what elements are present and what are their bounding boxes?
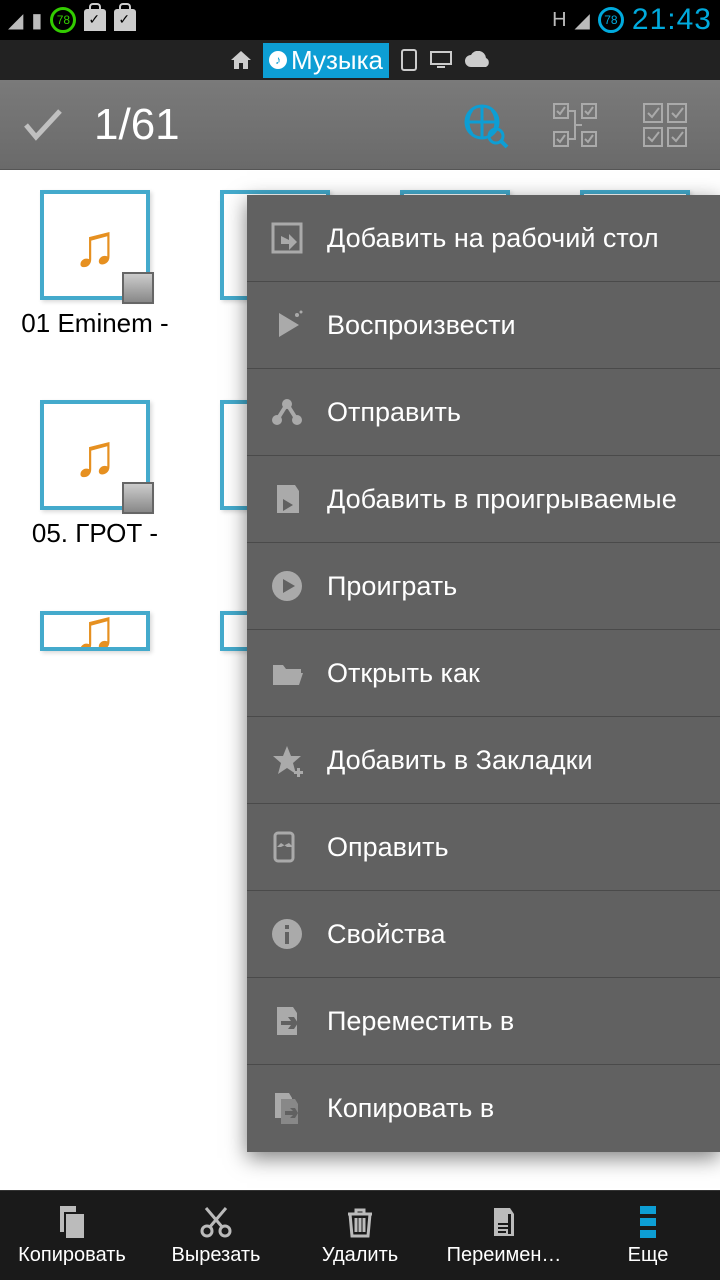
copy-button[interactable]: Копировать — [0, 1204, 144, 1267]
music-note-icon: ♪ — [269, 51, 287, 69]
device-icon[interactable] — [399, 48, 419, 72]
file-checkbox[interactable] — [122, 272, 154, 304]
system-icon: ◢ — [8, 8, 23, 33]
file-checkbox[interactable] — [122, 482, 154, 514]
menu-open-as[interactable]: Открыть как — [247, 630, 720, 717]
home-icon[interactable] — [229, 48, 253, 72]
menu-label: Добавить в Закладки — [327, 745, 593, 776]
music-file-icon: ♫ — [73, 211, 118, 280]
scissors-icon — [198, 1204, 234, 1240]
menu-play-now[interactable]: Проиграть — [247, 543, 720, 630]
cloud-icon[interactable] — [463, 51, 491, 69]
tool-label: Переимен… — [447, 1244, 562, 1267]
confirm-selection-button[interactable] — [20, 103, 64, 147]
menu-label: Воспроизвести — [327, 310, 516, 341]
tool-label: Удалить — [322, 1244, 398, 1267]
rename-icon — [486, 1204, 522, 1240]
delete-button[interactable]: Удалить — [288, 1204, 432, 1267]
data-progress-icon: 78 — [598, 7, 624, 33]
computer-icon[interactable] — [429, 50, 453, 70]
menu-label: Отправить — [327, 397, 461, 428]
menu-label: Свойства — [327, 919, 446, 950]
globe-search-icon[interactable] — [460, 100, 520, 150]
rename-button[interactable]: Переимен… — [432, 1204, 576, 1267]
music-file-icon: ♫ — [73, 611, 118, 651]
shopping-icon-2 — [114, 9, 136, 31]
share-icon — [267, 392, 307, 432]
file-item[interactable]: ♫ — [10, 611, 180, 651]
breadcrumb-label: Музыка — [291, 45, 383, 76]
tool-label: Еще — [628, 1244, 669, 1267]
select-all-icon[interactable] — [640, 100, 700, 150]
menu-label: Открыть как — [327, 658, 480, 689]
info-icon — [267, 914, 307, 954]
battery-icon: ▮ — [31, 8, 42, 33]
folder-open-icon — [267, 653, 307, 693]
status-right: H ◢ 78 21:43 — [552, 3, 712, 37]
file-label: 05. ГРОТ - — [32, 518, 158, 549]
trash-icon — [342, 1204, 378, 1240]
add-queue-icon — [267, 479, 307, 519]
status-left: ◢ ▮ 78 — [8, 7, 136, 33]
signal-icon: ◢ — [575, 8, 590, 33]
menu-copy-to[interactable]: Копировать в — [247, 1065, 720, 1152]
star-add-icon — [267, 740, 307, 780]
menu-label: Переместить в — [327, 1006, 514, 1037]
menu-send[interactable]: Оправить — [247, 804, 720, 891]
copy-to-icon — [267, 1089, 307, 1129]
breadcrumb: ♪ Музыка — [0, 40, 720, 80]
music-file-icon: ♫ — [73, 421, 118, 490]
file-label: 01 Eminem - — [21, 308, 168, 339]
more-icon — [636, 1204, 660, 1240]
menu-label: Копировать в — [327, 1093, 494, 1124]
select-tree-icon[interactable] — [550, 100, 610, 150]
menu-label: Оправить — [327, 832, 449, 863]
menu-bookmark[interactable]: Добавить в Закладки — [247, 717, 720, 804]
shortcut-icon — [267, 218, 307, 258]
context-menu: Добавить на рабочий стол Воспроизвести О… — [247, 195, 720, 1152]
tool-label: Вырезать — [172, 1244, 261, 1267]
file-item[interactable]: ♫ 01 Eminem - — [10, 190, 180, 370]
selection-count: 1/61 — [94, 100, 430, 150]
file-item[interactable]: ♫ 05. ГРОТ - — [10, 400, 180, 580]
status-bar: ◢ ▮ 78 H ◢ 78 21:43 — [0, 0, 720, 40]
menu-label: Проиграть — [327, 571, 457, 602]
network-type: H — [552, 9, 566, 32]
download-progress-icon: 78 — [50, 7, 76, 33]
menu-properties[interactable]: Свойства — [247, 891, 720, 978]
breadcrumb-active[interactable]: ♪ Музыка — [263, 43, 389, 78]
send-icon — [267, 827, 307, 867]
menu-add-playlist[interactable]: Добавить в проигрываемые — [247, 456, 720, 543]
copy-icon — [54, 1204, 90, 1240]
menu-move-to[interactable]: Переместить в — [247, 978, 720, 1065]
menu-share[interactable]: Отправить — [247, 369, 720, 456]
action-bar: 1/61 — [0, 80, 720, 170]
shopping-icon — [84, 9, 106, 31]
play-circle-icon — [267, 566, 307, 606]
bottom-toolbar: Копировать Вырезать Удалить Переимен… Ещ… — [0, 1190, 720, 1280]
menu-play[interactable]: Воспроизвести — [247, 282, 720, 369]
menu-label: Добавить на рабочий стол — [327, 223, 659, 254]
cut-button[interactable]: Вырезать — [144, 1204, 288, 1267]
play-icon — [267, 305, 307, 345]
more-button[interactable]: Еще — [576, 1204, 720, 1267]
menu-label: Добавить в проигрываемые — [327, 484, 677, 515]
menu-add-shortcut[interactable]: Добавить на рабочий стол — [247, 195, 720, 282]
move-to-icon — [267, 1001, 307, 1041]
tool-label: Копировать — [18, 1244, 126, 1267]
clock: 21:43 — [632, 3, 712, 37]
